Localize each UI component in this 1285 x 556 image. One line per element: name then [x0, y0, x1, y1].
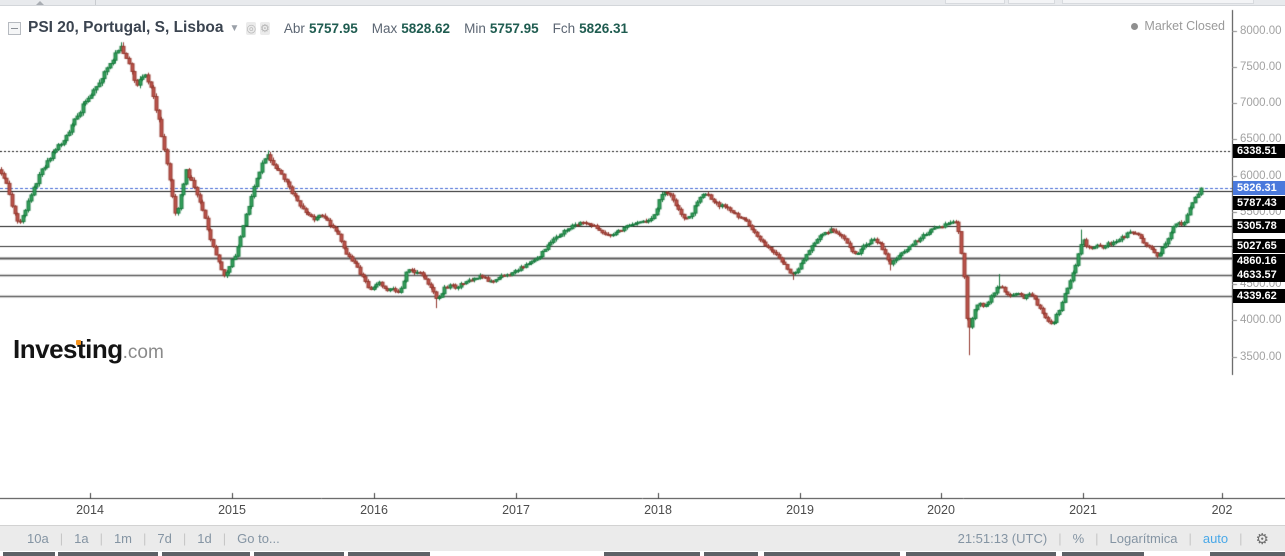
top-strip-segment: [1062, 0, 1254, 4]
indicator-settings-icon[interactable]: ⚙: [260, 22, 270, 35]
goto-button[interactable]: Go to...: [237, 531, 280, 546]
year-label-2014: 2014: [76, 503, 104, 517]
toolbar-separator: |: [222, 531, 227, 546]
header-icons: ◎ ⚙: [246, 19, 273, 37]
year-label-2019: 2019: [786, 503, 814, 517]
bottom-toolbar: 10a | 1a | 1m | 7d | 1d | Go to... 21:51:13 (UTC) |…: [0, 525, 1285, 551]
range-button-1d[interactable]: 1d: [197, 531, 211, 546]
bottom-edge-segment: [254, 552, 344, 556]
clock-utc: 21:51:13 (UTC): [957, 531, 1048, 546]
logarithmic-scale-button[interactable]: Logarítmica: [1110, 531, 1178, 546]
bottom-edge-segment: [604, 552, 700, 556]
status-dot-icon: [1131, 22, 1139, 30]
top-strip-divider: [95, 0, 96, 5]
price-level-label: 5787.43: [1233, 195, 1285, 210]
minus-glyph: [11, 27, 18, 29]
range-button-10a[interactable]: 10a: [27, 531, 49, 546]
price-level-label: 4339.62: [1233, 288, 1285, 303]
bottom-edge-segment: [906, 552, 1056, 556]
year-label-202: 202: [1211, 503, 1233, 517]
year-label-2021: 2021: [1069, 503, 1097, 517]
price-level-label: 5826.31: [1233, 181, 1285, 196]
value-number-abr: 5757.95: [308, 20, 358, 36]
chart-header: PSI 20, Portugal, S, Lisboa ▼ ◎ ⚙ Abr 5757…: [8, 19, 642, 37]
price-level-label: 4860.16: [1233, 253, 1285, 268]
market-status: Market Closed: [1131, 19, 1225, 33]
value-number-max: 5828.62: [401, 20, 451, 36]
toolbar-right-controls: 21:51:13 (UTC) |% | Logarítmica | auto | ⚙: [947, 530, 1285, 548]
range-button-7d[interactable]: 7d: [157, 531, 171, 546]
price-tick-label: 7000.00: [1240, 97, 1282, 110]
price-level-label: 4633.57: [1233, 268, 1285, 283]
toolbar-separator: |: [1058, 531, 1062, 546]
toolbar-separator: |: [1095, 531, 1099, 546]
percent-scale-button[interactable]: %: [1073, 531, 1085, 546]
indicator-visibility-icon[interactable]: ◎: [246, 22, 257, 35]
bottom-edge-segment: [1062, 552, 1144, 556]
range-button-1m[interactable]: 1m: [114, 531, 132, 546]
year-label-2018: 2018: [644, 503, 672, 517]
bottom-edge-segment: [3, 552, 55, 556]
bottom-edge-segment: [764, 552, 900, 556]
toolbar-separator: |: [1188, 531, 1192, 546]
toolbar-separator: |: [59, 531, 64, 546]
price-tick-label: 4000.00: [1240, 314, 1282, 327]
toolbar-separator: |: [99, 531, 103, 546]
chart-application: Investing.com PSI 20, Portugal, S, Lisbo…: [0, 0, 1285, 556]
value-label-min: Min: [464, 20, 486, 36]
range-button-1a[interactable]: 1a: [74, 531, 88, 546]
collapse-pane-icon[interactable]: [8, 21, 21, 35]
instrument-title[interactable]: PSI 20, Portugal, S, Lisboa: [28, 19, 224, 37]
bottom-edge-segment: [704, 552, 758, 556]
price-level-label: 5027.65: [1233, 239, 1285, 254]
price-tick-label: 3500.00: [1240, 350, 1282, 363]
auto-scale-button[interactable]: auto: [1203, 531, 1228, 546]
bottom-edge-segment: [1210, 552, 1285, 556]
year-label-2017: 2017: [502, 503, 530, 517]
price-level-label: 6338.51: [1233, 144, 1285, 159]
value-number-fch: 5826.31: [579, 20, 628, 36]
top-panel-strip: [0, 0, 1285, 6]
candlestick-chart-canvas[interactable]: [0, 0, 1285, 556]
value-label-max: Max: [371, 20, 398, 36]
toolbar-separator: |: [1239, 531, 1243, 546]
price-tick-label: 7500.00: [1240, 60, 1282, 73]
year-label-2016: 2016: [360, 503, 388, 517]
top-strip-segment: [1008, 0, 1055, 4]
year-label-2015: 2015: [218, 503, 246, 517]
toolbar-separator: |: [182, 531, 187, 546]
value-number-min: 5757.95: [489, 20, 539, 36]
bottom-edge-segment: [58, 552, 158, 556]
range-buttons: 10a | 1a | 1m | 7d | 1d | Go to...: [0, 531, 291, 546]
bottom-edge-segment: [162, 552, 250, 556]
value-label-abr: Abr: [283, 20, 305, 36]
year-label-2020: 2020: [927, 503, 955, 517]
price-tick-label: 8000.00: [1240, 24, 1282, 37]
market-status-label: Market Closed: [1144, 19, 1225, 33]
settings-gear-icon[interactable]: ⚙: [1256, 530, 1269, 548]
value-label-fch: Fch: [552, 20, 576, 36]
bottom-edge-segment: [348, 552, 430, 556]
expand-panel-arrow-icon[interactable]: [36, 1, 44, 5]
ohlc-values: Abr 5757.95 Max 5828.62 Min 5757.95 Fch 5826.31: [284, 21, 642, 36]
top-strip-segment: [945, 0, 1005, 4]
chevron-down-icon[interactable]: ▼: [230, 23, 240, 34]
price-level-label: 5305.78: [1233, 218, 1285, 233]
toolbar-separator: |: [143, 531, 147, 546]
